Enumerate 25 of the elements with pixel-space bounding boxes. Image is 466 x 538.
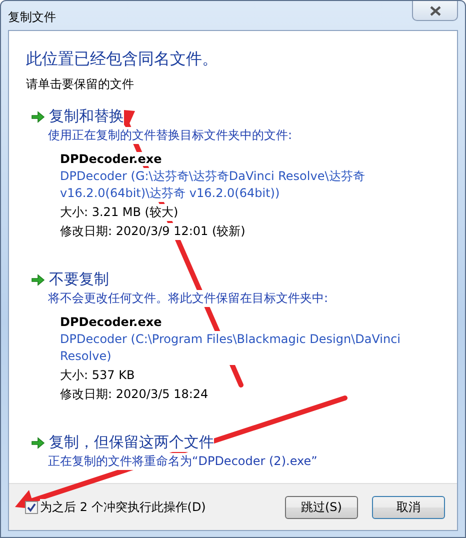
option-description: 使用正在复制的文件替换目标文件夹中的文件: bbox=[48, 127, 292, 144]
option-link[interactable]: 复制和替换 bbox=[49, 107, 124, 126]
option-link[interactable]: 复制，但保留这两个文件 bbox=[49, 433, 214, 452]
checkbox[interactable] bbox=[25, 500, 38, 514]
file-name: DPDecoder.exe bbox=[60, 152, 162, 166]
arrow-icon bbox=[31, 110, 45, 122]
file-modified-date: 修改日期: 2020/3/9 12:01 (较新) bbox=[60, 223, 246, 240]
file-modified-date: 修改日期: 2020/3/5 18:24 bbox=[60, 386, 208, 403]
checkbox-label: 为之后 2 个冲突执行此操作(D) bbox=[40, 498, 206, 516]
arrow-icon bbox=[31, 274, 45, 286]
option-link[interactable]: 不要复制 bbox=[49, 270, 109, 289]
close-button[interactable] bbox=[412, 1, 458, 21]
close-icon bbox=[430, 6, 440, 16]
cancel-button[interactable]: 取消 bbox=[372, 496, 445, 518]
file-name: DPDecoder.exe bbox=[60, 315, 162, 329]
option-description: 将不会更改任何文件。将此文件保留在目标文件夹中: bbox=[48, 290, 328, 307]
file-size: 大小: 3.21 MB (较大) bbox=[60, 204, 178, 221]
file-size: 大小: 537 KB bbox=[60, 367, 135, 384]
arrow-icon bbox=[31, 436, 45, 448]
skip-button[interactable]: 跳过(S) bbox=[285, 496, 358, 518]
check-icon bbox=[27, 502, 36, 512]
instruction-text: 请单击要保留的文件 bbox=[26, 76, 135, 93]
window-title: 复制文件 bbox=[8, 9, 56, 26]
main-instruction: 此位置已经包含同名文件。 bbox=[26, 49, 219, 70]
option-description: 正在复制的文件将重命名为“DPDecoder (2).exe” bbox=[48, 453, 318, 470]
